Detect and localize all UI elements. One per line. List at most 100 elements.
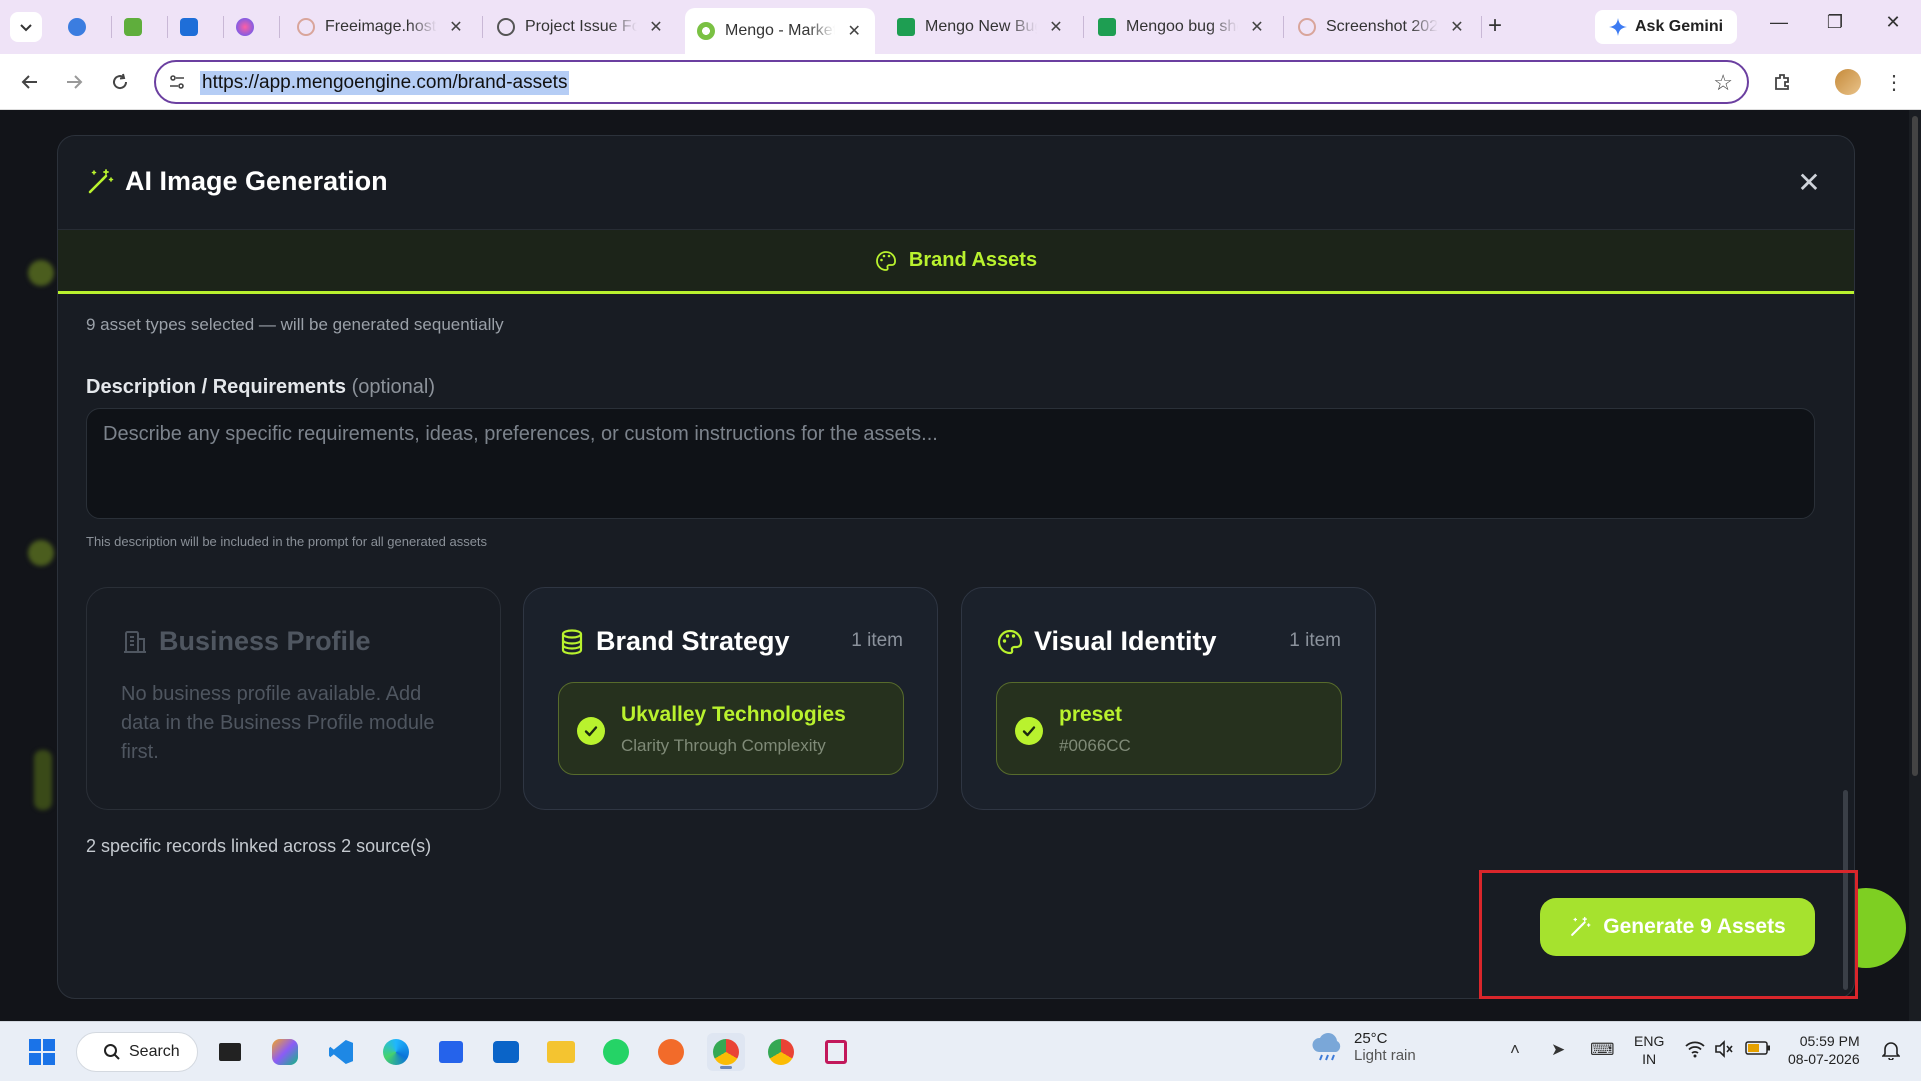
- pinned-tab-4[interactable]: [230, 12, 260, 42]
- building-icon: [124, 631, 146, 653]
- record-title: Ukvalley Technologies: [621, 703, 846, 726]
- whatsapp-icon[interactable]: [597, 1033, 635, 1071]
- store-icon[interactable]: [432, 1033, 470, 1071]
- reload-icon: [113, 73, 128, 90]
- pinned-app-icon: [236, 18, 254, 36]
- backdrop-decoration: [28, 260, 54, 286]
- browser-tab[interactable]: Mengo New Bug ✕: [885, 8, 1077, 46]
- chrome-icon[interactable]: [762, 1033, 800, 1071]
- copilot-icon[interactable]: [266, 1033, 304, 1071]
- snipping-tool-icon[interactable]: [817, 1033, 855, 1071]
- database-icon: [561, 629, 583, 655]
- minimize-icon[interactable]: —: [1764, 12, 1794, 33]
- tab-separator: [223, 16, 224, 38]
- bookmark-star-icon[interactable]: ☆: [1713, 70, 1733, 96]
- browser-tab[interactable]: Screenshot 2026 ✕: [1286, 8, 1478, 46]
- tab-brand-assets[interactable]: Brand Assets: [58, 230, 1854, 294]
- clock[interactable]: 05:59 PM 08-07-2026: [1788, 1032, 1860, 1068]
- file-explorer-icon[interactable]: [542, 1033, 580, 1071]
- browser-tab[interactable]: Project Issue For ✕: [485, 8, 677, 46]
- weather-widget[interactable]: 25°C Light rain: [1310, 1030, 1416, 1064]
- taskbar-search[interactable]: Search: [76, 1032, 198, 1072]
- back-button[interactable]: [14, 66, 46, 98]
- site-info-icon[interactable]: [166, 71, 188, 93]
- ask-gemini-button[interactable]: Ask Gemini: [1595, 10, 1738, 44]
- tab-separator: [482, 16, 483, 38]
- avatar: [1835, 69, 1861, 95]
- close-tab-icon[interactable]: ✕: [447, 17, 465, 37]
- vscode-icon[interactable]: [322, 1033, 360, 1071]
- tab-separator: [279, 16, 280, 38]
- close-tab-icon[interactable]: ✕: [845, 21, 863, 41]
- forward-button[interactable]: [58, 66, 90, 98]
- close-tab-icon[interactable]: ✕: [647, 17, 665, 37]
- extensions-icon[interactable]: [1766, 66, 1798, 98]
- language-indicator[interactable]: ENG IN: [1634, 1032, 1664, 1068]
- page-scrollbar[interactable]: [1909, 110, 1921, 1021]
- close-window-icon[interactable]: ✕: [1878, 12, 1908, 33]
- pen-app-icon[interactable]: [652, 1033, 690, 1071]
- chevron-up-icon[interactable]: ˄: [1510, 1040, 1520, 1060]
- browser-menu-icon[interactable]: ⋮: [1878, 66, 1910, 98]
- close-icon[interactable]: ✕: [1794, 166, 1824, 199]
- tab-separator: [1481, 16, 1482, 38]
- tab-search-button[interactable]: [10, 12, 42, 42]
- start-button[interactable]: [23, 1033, 61, 1071]
- windows-logo-icon: [29, 1039, 55, 1065]
- description-hint: This description will be included in the…: [86, 534, 488, 549]
- task-view-icon[interactable]: [211, 1033, 249, 1071]
- record-item[interactable]: preset #0066CC: [996, 682, 1342, 775]
- close-tab-icon[interactable]: ✕: [1047, 17, 1065, 37]
- tab-label: Brand Assets: [908, 249, 1038, 271]
- outlook-icon[interactable]: [487, 1033, 525, 1071]
- url-text[interactable]: https://app.mengoengine.com/brand-assets: [200, 71, 570, 95]
- new-tab-button[interactable]: +: [1488, 12, 1502, 40]
- tab-favicon-icon: [1298, 18, 1316, 36]
- card-title: Visual Identity: [1034, 626, 1217, 656]
- source-card-brand-strategy: Brand Strategy 1 item Ukvalley Technolog…: [523, 587, 938, 810]
- browser-tab[interactable]: Mengoo bug she ✕: [1086, 8, 1278, 46]
- source-card-visual-identity: Visual Identity 1 item preset #0066CC: [961, 587, 1376, 810]
- location-icon[interactable]: ➤: [1551, 1040, 1565, 1060]
- selected-count-text: 9 asset types selected — will be generat…: [86, 315, 504, 334]
- pinned-app-icon: [180, 18, 198, 36]
- sheets-favicon-icon: [1098, 18, 1116, 36]
- battery-icon[interactable]: [1745, 1040, 1771, 1061]
- record-title: preset: [1059, 703, 1123, 726]
- description-textarea[interactable]: [86, 408, 1815, 519]
- item-count: 1 item: [1289, 630, 1341, 651]
- keyboard-icon[interactable]: ⌨: [1590, 1040, 1615, 1060]
- tab-favicon-icon: [497, 18, 515, 36]
- palette-icon: [875, 250, 896, 271]
- checkmark-icon[interactable]: [577, 717, 605, 745]
- reload-button[interactable]: [104, 66, 136, 98]
- close-tab-icon[interactable]: ✕: [1448, 17, 1466, 37]
- edge-icon[interactable]: [377, 1033, 415, 1071]
- description-label: Description / Requirements (optional): [86, 376, 436, 398]
- pinned-tab-1[interactable]: [62, 12, 92, 42]
- forward-arrow-icon: [67, 75, 83, 89]
- pinned-app-icon: [68, 18, 86, 36]
- address-bar[interactable]: https://app.mengoengine.com/brand-assets…: [154, 60, 1749, 104]
- browser-tab[interactable]: Freeimage.host - ✕: [285, 8, 477, 46]
- pinned-tab-3[interactable]: [174, 12, 204, 42]
- tab-separator: [1283, 16, 1284, 38]
- pinned-tab-2[interactable]: [118, 12, 148, 42]
- search-icon: [104, 1044, 120, 1060]
- checkmark-icon[interactable]: [1015, 717, 1043, 745]
- record-item[interactable]: Ukvalley Technologies Clarity Through Co…: [558, 682, 904, 775]
- notification-bell-icon[interactable]: [1881, 1040, 1901, 1065]
- modal-title: AI Image Generation: [125, 166, 388, 196]
- card-empty-text: No business profile available. Add data …: [121, 683, 435, 763]
- profile-avatar[interactable]: [1832, 66, 1864, 98]
- mute-speaker-icon[interactable]: [1714, 1040, 1734, 1063]
- browser-tab-active[interactable]: Mengo - Market ✕: [685, 8, 875, 54]
- chrome-profile-icon[interactable]: [707, 1033, 745, 1071]
- wifi-icon[interactable]: [1685, 1040, 1705, 1063]
- palette-icon: [997, 629, 1023, 655]
- annotation-highlight: [1479, 870, 1858, 999]
- source-card-business-profile: Business Profile No business profile ava…: [86, 587, 501, 810]
- restore-icon[interactable]: ❐: [1820, 12, 1850, 33]
- backdrop-decoration: [34, 750, 52, 810]
- close-tab-icon[interactable]: ✕: [1248, 17, 1266, 37]
